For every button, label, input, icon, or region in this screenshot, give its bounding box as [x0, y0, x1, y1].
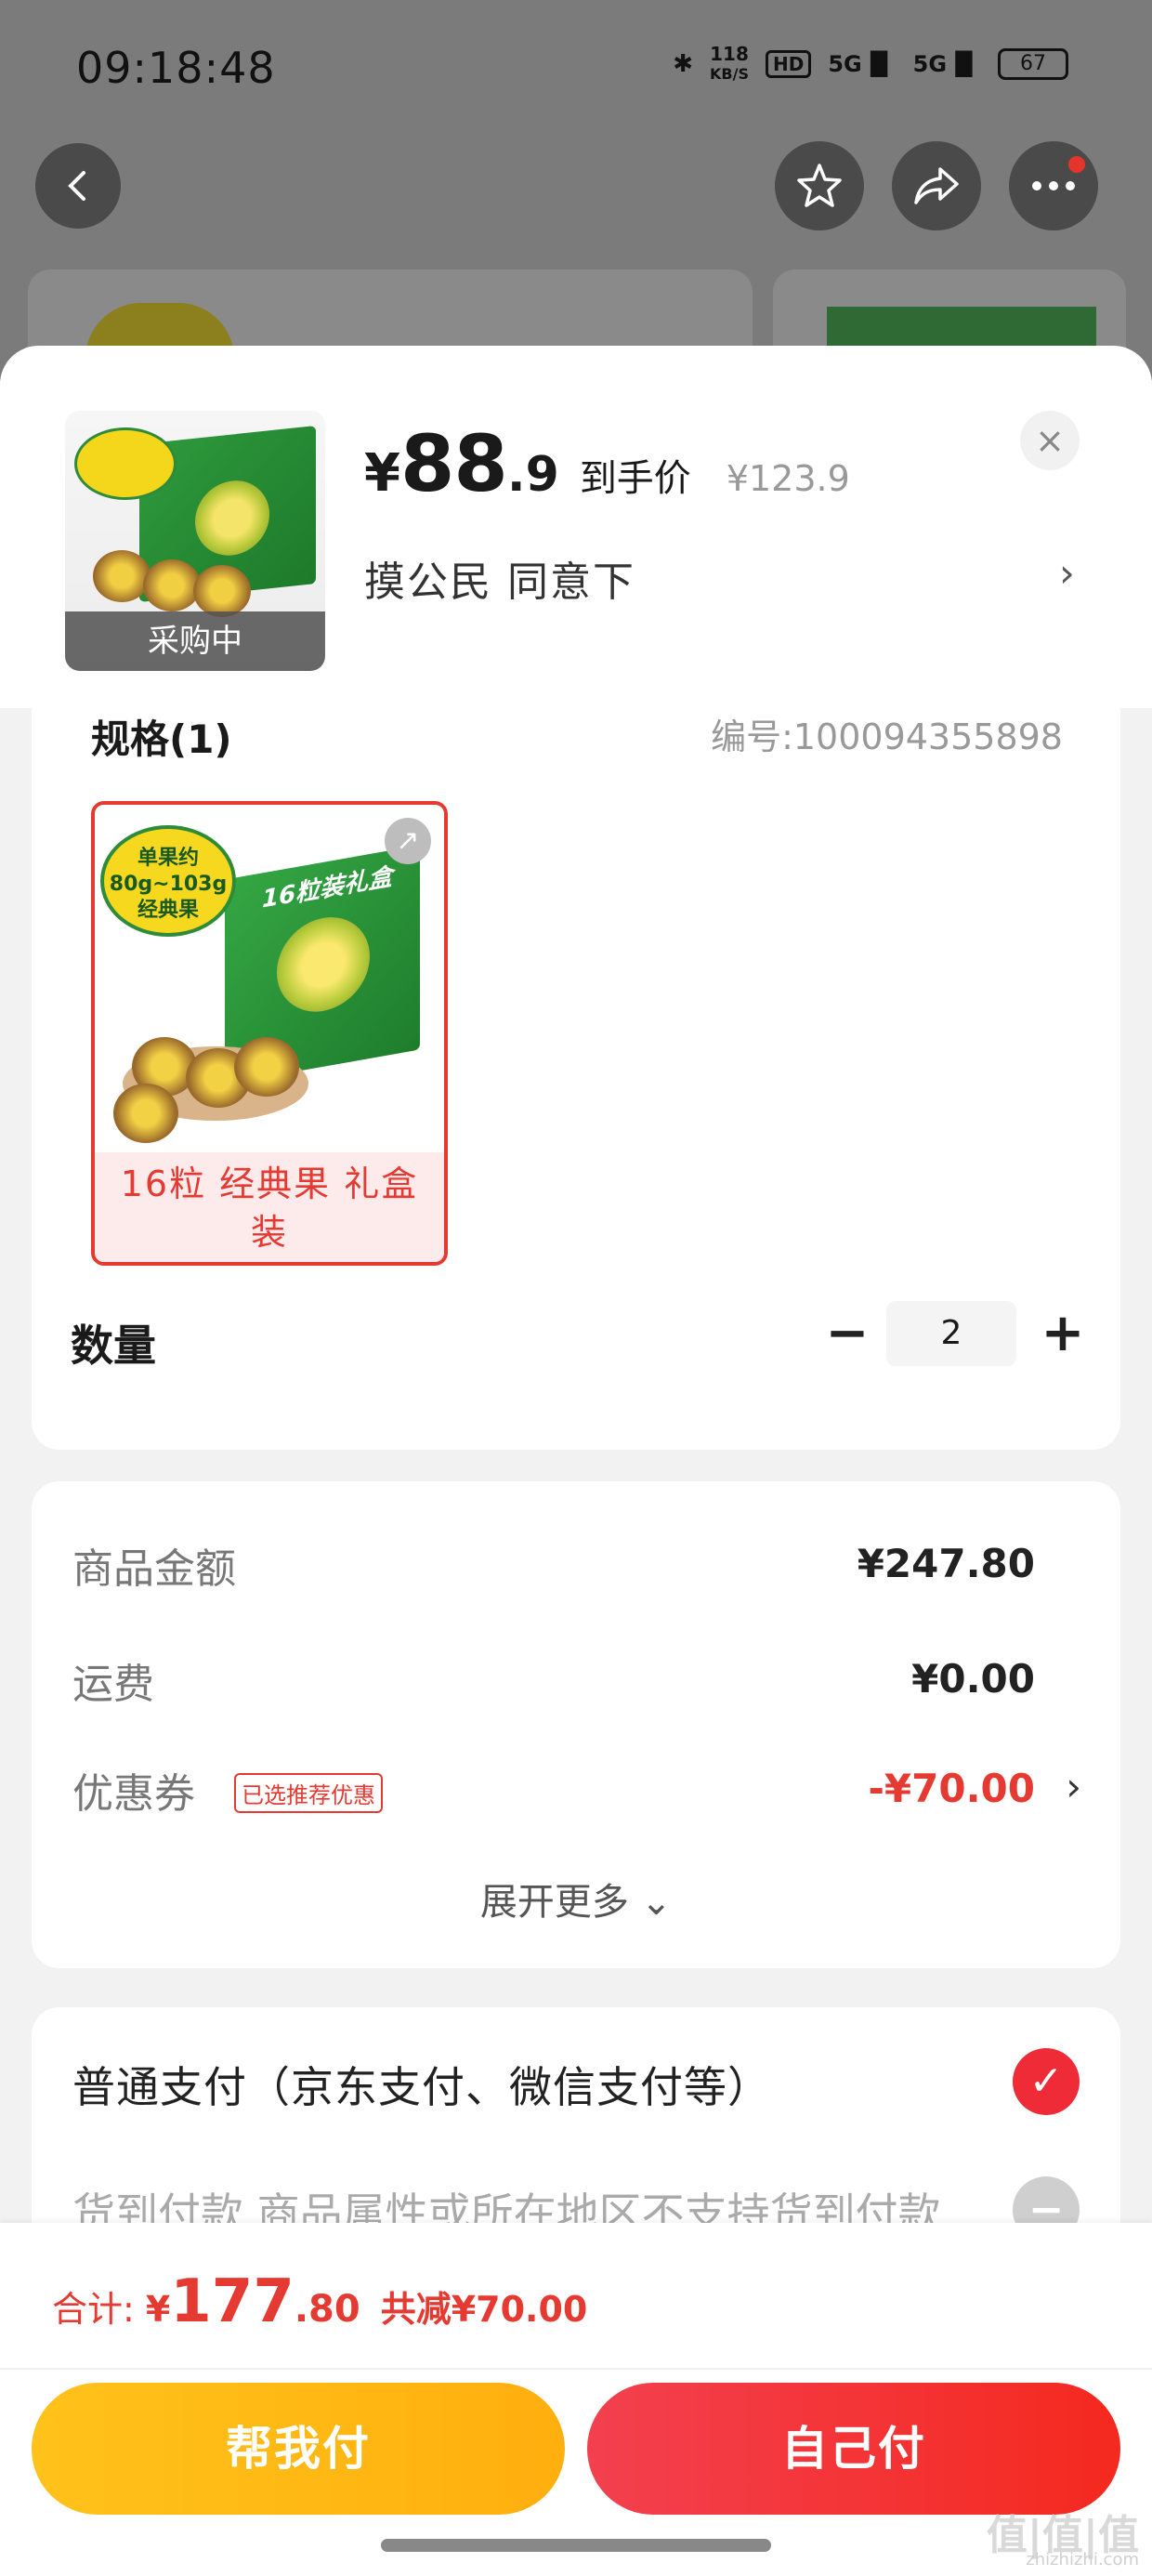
checkmark-icon[interactable]: ✓	[1013, 2048, 1080, 2115]
goods-amount-value: ¥247.80	[857, 1541, 1035, 1586]
coupon-row[interactable]: 优惠券 已选推荐优惠 -¥70.00 ›	[72, 1760, 1081, 1825]
coupon-value: -¥70.00	[868, 1766, 1035, 1811]
kiwi-image	[277, 910, 370, 1019]
net-speed-unit: KB/S	[710, 65, 749, 83]
quantity-input[interactable]: 2	[886, 1301, 1016, 1366]
home-indicator[interactable]	[381, 2539, 771, 2552]
product-thumbnail[interactable]: 采购中	[65, 411, 325, 671]
shipping-value: ¥0.00	[911, 1656, 1035, 1702]
status-bar: 09:18:48 ✱ 118 KB/S HD 5G▐▌ 5G▐▌ 67	[0, 0, 1152, 130]
signal-label-2: 5G	[912, 51, 948, 77]
expand-more-button[interactable]: 展开更多 ⌄	[32, 1872, 1120, 1925]
close-button[interactable]: ×	[1020, 411, 1080, 470]
payment-option-normal[interactable]: 普通支付（京东支付、微信支付等）	[72, 2054, 771, 2115]
signal-icon-2: 5G▐▌	[912, 51, 981, 77]
bluetooth-icon: ✱	[673, 50, 694, 78]
price-label: 到手价	[579, 457, 691, 500]
price-row: ¥ 88 .9 到手价 ¥123.9	[364, 418, 850, 509]
price-decimal: .9	[506, 447, 559, 503]
quantity-increase-button[interactable]: +	[1035, 1303, 1091, 1368]
zoom-icon[interactable]: ↗	[385, 818, 431, 864]
quantity-decrease-button[interactable]: −	[819, 1303, 875, 1368]
chevron-right-icon[interactable]: ›	[1059, 550, 1075, 596]
total-decimal: .80	[294, 2288, 360, 2331]
hd-icon: HD	[766, 50, 812, 78]
spec-card: 规格(1) 编号:100094355898 16粒装礼盒 单果约 80g~103g…	[32, 708, 1120, 1450]
signal-icon: 5G▐▌	[828, 51, 897, 77]
weight-badge: 单果约 80g~103g 经典果	[100, 825, 236, 937]
sku-image: 16粒装礼盒 单果约 80g~103g 经典果 ↗	[95, 805, 444, 1152]
battery-icon: 67	[998, 48, 1068, 80]
star-icon	[797, 164, 842, 207]
amount-card: 商品金额 ¥247.80 运费 ¥0.00 优惠券 已选推荐优惠 -¥70.00…	[32, 1481, 1120, 1968]
share-icon	[914, 167, 959, 204]
kiwi-fruit-image	[234, 1037, 299, 1097]
more-button[interactable]	[1009, 141, 1098, 230]
goods-amount-row: 商品金额 ¥247.80	[72, 1535, 1081, 1600]
delivery-address[interactable]: 摸公民 同意下	[364, 548, 635, 608]
status-time: 09:18:48	[76, 43, 276, 93]
total-currency: ¥	[145, 2289, 171, 2330]
sheet-header: 采购中 ¥ 88 .9 到手价 ¥123.9 × 摸公民 同意下 ›	[0, 346, 1152, 708]
thumbnail-status-tag: 采购中	[65, 611, 325, 671]
share-button[interactable]	[892, 141, 981, 230]
sku-caption: 16粒 经典果 礼盒装	[95, 1152, 444, 1262]
coupon-label: 优惠券	[72, 1770, 195, 1818]
coupon-tag: 已选推荐优惠	[234, 1773, 383, 1813]
net-speed-value: 118	[710, 43, 749, 65]
sku-option[interactable]: 16粒装礼盒 单果约 80g~103g 经典果 ↗ 16粒 经典果 礼盒装	[91, 801, 448, 1266]
notification-dot	[1068, 156, 1085, 173]
kiwi-fruit-image	[113, 1084, 178, 1143]
spec-title: 规格(1)	[91, 716, 232, 762]
close-icon: ×	[1035, 420, 1065, 461]
product-number: 编号:100094355898	[711, 716, 1063, 757]
divider	[0, 2368, 1152, 2370]
back-button[interactable]	[35, 143, 121, 229]
help-me-pay-button[interactable]: 帮我付	[32, 2383, 565, 2515]
shipping-row: 运费 ¥0.00	[72, 1650, 1081, 1715]
price-integer: 88	[399, 418, 508, 509]
watermark-text: zhizhizhi.com	[1026, 2550, 1139, 2569]
goods-amount-label: 商品金额	[72, 1545, 236, 1593]
shipping-label: 运费	[72, 1661, 154, 1708]
price-currency: ¥	[364, 443, 400, 504]
kiwi-fruit-image	[93, 550, 151, 602]
chevron-left-icon	[68, 171, 85, 201]
signal-label-1: 5G	[828, 51, 862, 77]
favorite-button[interactable]	[775, 141, 864, 230]
kiwi-fruit-image	[193, 565, 251, 617]
kiwi-fruit-image	[143, 559, 201, 611]
status-icons: ✱ 118 KB/S HD 5G▐▌ 5G▐▌ 67	[673, 45, 1068, 84]
quantity-label: 数量	[71, 1321, 156, 1371]
pay-myself-button[interactable]: 自己付	[587, 2383, 1120, 2515]
net-speed: 118 KB/S	[710, 45, 749, 84]
original-price: ¥123.9	[726, 458, 850, 499]
box-label: 16粒装礼盒	[262, 862, 393, 914]
kiwi-image	[195, 477, 269, 559]
weight-badge	[74, 427, 177, 500]
total-saved: 共减¥70.00	[380, 2289, 588, 2330]
total-label: 合计:	[52, 2289, 135, 2330]
total-integer: 177	[170, 2267, 295, 2336]
chevron-right-icon[interactable]: ›	[1066, 1764, 1081, 1809]
total-row: 合计: ¥ 177 .80 共减¥70.00	[52, 2267, 587, 2336]
more-icon	[1032, 181, 1075, 191]
checkout-footer: 合计: ¥ 177 .80 共减¥70.00 帮我付 自己付 值|值|值 zhi…	[0, 2223, 1152, 2576]
